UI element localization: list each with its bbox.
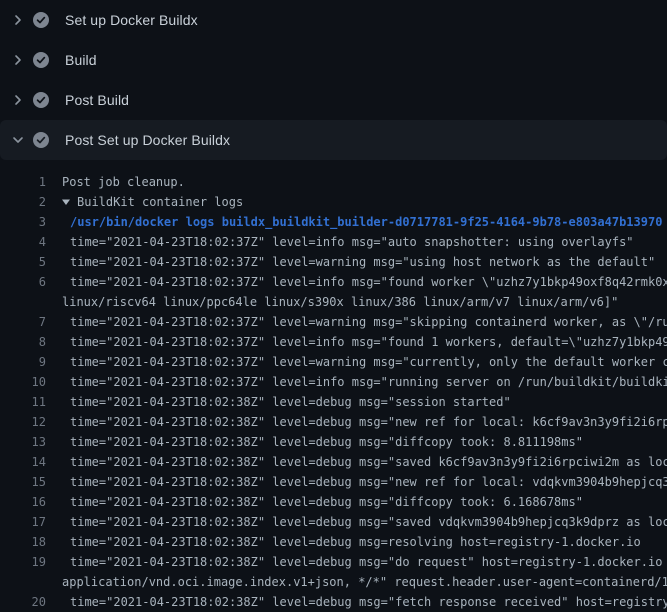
log-text: time="2021-04-23T18:02:38Z" level=debug … [46,492,667,512]
line-number[interactable]: 3 [0,212,46,232]
log-group-label: BuildKit container logs [46,192,667,212]
log-line: 12 time="2021-04-23T18:02:38Z" level=deb… [0,412,667,432]
step-header-post-build[interactable]: Post Build [0,80,667,120]
step-label: Set up Docker Buildx [65,12,198,28]
log-text: time="2021-04-23T18:02:37Z" level=info m… [46,272,667,292]
step-header-setup-docker-buildx[interactable]: Set up Docker Buildx [0,0,667,40]
log-console: 1 Post job cleanup. 2 BuildKit container… [0,172,667,612]
line-number[interactable]: 4 [0,232,46,252]
check-circle-icon [33,52,49,68]
log-text: linux/riscv64 linux/ppc64le linux/s390x … [46,292,667,312]
log-line: 17 time="2021-04-23T18:02:38Z" level=deb… [0,512,667,532]
log-text: time="2021-04-23T18:02:37Z" level=warnin… [46,252,667,272]
log-text: time="2021-04-23T18:02:37Z" level=info m… [46,232,667,252]
log-group-title: BuildKit container logs [77,195,243,209]
log-line: 15 time="2021-04-23T18:02:38Z" level=deb… [0,472,667,492]
log-line: 14 time="2021-04-23T18:02:38Z" level=deb… [0,452,667,472]
log-text: time="2021-04-23T18:02:37Z" level=info m… [46,372,667,392]
step-label: Post Set up Docker Buildx [65,132,230,148]
log-line: 19 time="2021-04-23T18:02:38Z" level=deb… [0,552,667,572]
chevron-right-icon [12,54,24,66]
log-line: 20 time="2021-04-23T18:02:38Z" level=deb… [0,592,667,612]
log-line-wrap: linux/riscv64 linux/ppc64le linux/s390x … [0,292,667,312]
log-text: Post job cleanup. [46,172,667,192]
chevron-down-icon [12,134,24,146]
log-text: time="2021-04-23T18:02:38Z" level=debug … [46,552,667,572]
line-number [0,572,46,592]
line-number[interactable]: 16 [0,492,46,512]
log-line: 13 time="2021-04-23T18:02:38Z" level=deb… [0,432,667,452]
line-number[interactable]: 5 [0,252,46,272]
line-number[interactable]: 20 [0,592,46,612]
check-circle-icon [33,132,49,148]
line-number[interactable]: 2 [0,192,46,212]
line-number[interactable]: 17 [0,512,46,532]
line-number[interactable]: 8 [0,332,46,352]
log-line: 18 time="2021-04-23T18:02:38Z" level=deb… [0,532,667,552]
chevron-right-icon [12,14,24,26]
log-text: time="2021-04-23T18:02:38Z" level=debug … [46,392,667,412]
log-line: 10 time="2021-04-23T18:02:37Z" level=inf… [0,372,667,392]
log-command-text: /usr/bin/docker logs buildx_buildkit_bui… [46,212,667,232]
log-text: time="2021-04-23T18:02:38Z" level=debug … [46,412,667,432]
line-number[interactable]: 15 [0,472,46,492]
check-circle-icon [33,92,49,108]
line-number[interactable]: 12 [0,412,46,432]
log-text: time="2021-04-23T18:02:37Z" level=warnin… [46,352,667,372]
log-text: application/vnd.oci.image.index.v1+json,… [46,572,667,592]
log-line: 6 time="2021-04-23T18:02:37Z" level=info… [0,272,667,292]
log-text: time="2021-04-23T18:02:38Z" level=debug … [46,432,667,452]
log-line: 11 time="2021-04-23T18:02:38Z" level=deb… [0,392,667,412]
line-number[interactable]: 11 [0,392,46,412]
log-line: 16 time="2021-04-23T18:02:38Z" level=deb… [0,492,667,512]
step-label: Build [65,52,97,68]
line-number[interactable]: 10 [0,372,46,392]
log-text: time="2021-04-23T18:02:38Z" level=debug … [46,532,667,552]
line-number[interactable]: 9 [0,352,46,372]
line-number[interactable]: 1 [0,172,46,192]
triangle-down-icon [62,192,70,212]
log-line: 7 time="2021-04-23T18:02:37Z" level=warn… [0,312,667,332]
log-line: 3 /usr/bin/docker logs buildx_buildkit_b… [0,212,667,232]
log-text: time="2021-04-23T18:02:38Z" level=debug … [46,452,667,472]
log-group-toggle[interactable]: 2 BuildKit container logs [0,192,667,212]
chevron-right-icon [12,94,24,106]
line-number[interactable]: 14 [0,452,46,472]
step-header-post-setup-docker-buildx[interactable]: Post Set up Docker Buildx [0,120,667,160]
check-circle-icon [33,12,49,28]
log-text: time="2021-04-23T18:02:37Z" level=info m… [46,332,667,352]
log-line-wrap: application/vnd.oci.image.index.v1+json,… [0,572,667,592]
line-number[interactable]: 13 [0,432,46,452]
line-number[interactable]: 18 [0,532,46,552]
log-text: time="2021-04-23T18:02:38Z" level=debug … [46,472,667,492]
job-steps-list: Set up Docker Buildx Build Post Build Po… [0,0,667,160]
line-number[interactable]: 7 [0,312,46,332]
log-line: 5 time="2021-04-23T18:02:37Z" level=warn… [0,252,667,272]
log-text: time="2021-04-23T18:02:38Z" level=debug … [46,592,667,612]
log-line: 1 Post job cleanup. [0,172,667,192]
line-number[interactable]: 19 [0,552,46,572]
log-line: 8 time="2021-04-23T18:02:37Z" level=info… [0,332,667,352]
line-number [0,292,46,312]
step-label: Post Build [65,92,129,108]
log-text: time="2021-04-23T18:02:38Z" level=debug … [46,512,667,532]
log-line: 9 time="2021-04-23T18:02:37Z" level=warn… [0,352,667,372]
step-header-build[interactable]: Build [0,40,667,80]
log-text: time="2021-04-23T18:02:37Z" level=warnin… [46,312,667,332]
log-line: 4 time="2021-04-23T18:02:37Z" level=info… [0,232,667,252]
line-number[interactable]: 6 [0,272,46,292]
